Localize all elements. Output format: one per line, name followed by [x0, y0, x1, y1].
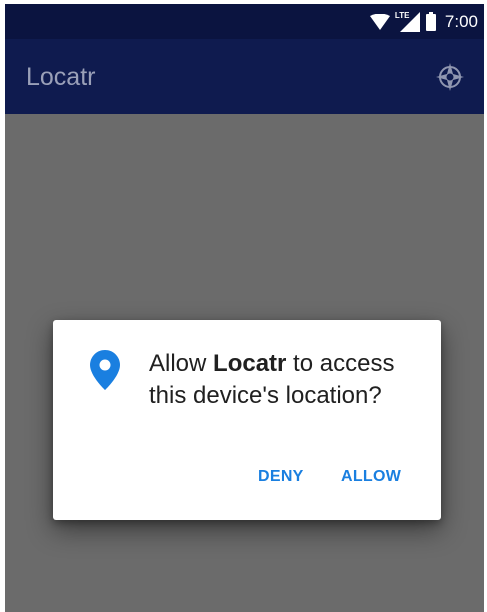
network-type-label: LTE: [394, 10, 410, 20]
battery-icon: [425, 12, 436, 31]
location-pin-icon: [90, 350, 120, 390]
status-bar: LTE 7:00: [5, 4, 484, 39]
status-icons: LTE 7:00: [369, 4, 478, 39]
deny-button[interactable]: DENY: [258, 468, 304, 486]
status-time: 7:00: [444, 11, 478, 31]
allow-button[interactable]: ALLOW: [341, 468, 401, 486]
app-bar: Locatr: [5, 39, 484, 114]
location-permission-dialog: Allow Locatr to access this device's loc…: [53, 320, 441, 520]
dialog-message: Allow Locatr to access this device's loc…: [149, 348, 419, 412]
app-title: Locatr: [26, 63, 96, 91]
wifi-icon: [369, 13, 390, 30]
message-prefix: Allow: [149, 350, 214, 377]
phone-screen: LTE 7:00 Locatr Allow Locatr to access t…: [5, 4, 484, 612]
lte-signal-icon: LTE: [394, 10, 420, 32]
message-app-name: Locatr: [213, 350, 287, 377]
compass-icon[interactable]: [435, 62, 465, 92]
